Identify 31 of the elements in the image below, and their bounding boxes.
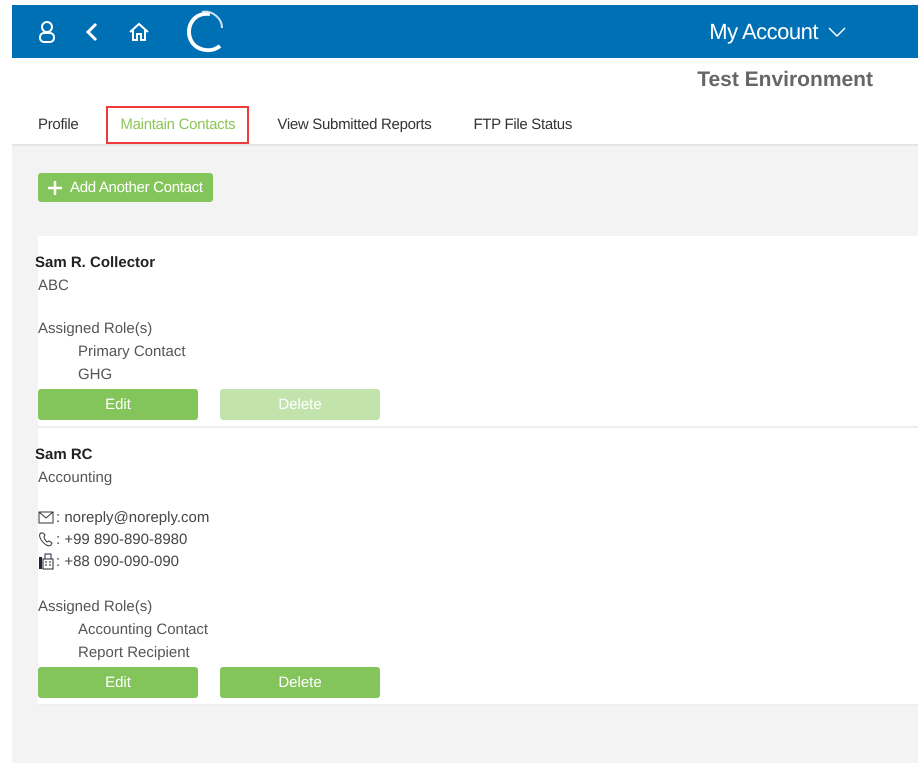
contact-name: Sam RC bbox=[35, 446, 94, 463]
roles-label: Assigned Role(s) bbox=[38, 598, 154, 615]
contact-detail: : +99 890-890-8980 bbox=[56, 530, 188, 548]
fax-icon bbox=[38, 552, 54, 570]
roles-label: Assigned Role(s) bbox=[38, 320, 154, 337]
plus-icon bbox=[48, 180, 62, 194]
contact-detail: : noreply@noreply.com bbox=[56, 508, 210, 526]
tab[interactable]: FTP File Status bbox=[459, 106, 586, 144]
tab[interactable]: Maintain Contacts bbox=[106, 106, 250, 144]
back-icon[interactable] bbox=[86, 22, 98, 42]
contact-organization: Accounting bbox=[38, 469, 114, 486]
home-icon[interactable] bbox=[128, 22, 150, 42]
role-name: Report Recipient bbox=[78, 644, 191, 661]
envelope-icon bbox=[38, 510, 54, 524]
tab[interactable]: View Submitted Reports bbox=[263, 106, 446, 144]
role-name: GHG bbox=[78, 366, 114, 383]
chevron-down-icon bbox=[828, 26, 846, 36]
delete-button[interactable]: Delete bbox=[220, 667, 380, 698]
add-contact-button[interactable]: Add Another Contact bbox=[38, 173, 213, 202]
role-name: Accounting Contact bbox=[78, 621, 210, 638]
contact-detail: : +88 090-090-090 bbox=[56, 552, 180, 570]
tab[interactable]: Profile bbox=[24, 106, 92, 144]
contact-name: Sam R. Collector bbox=[35, 254, 156, 271]
contact-organization: ABC bbox=[38, 277, 70, 294]
account-menu[interactable]: My Account bbox=[709, 18, 846, 44]
phone-icon bbox=[38, 532, 54, 546]
role-name: Primary Contact bbox=[78, 343, 187, 360]
environment-title: Test Environment bbox=[697, 68, 873, 92]
edit-button[interactable]: Edit bbox=[38, 667, 198, 698]
edit-button[interactable]: Edit bbox=[38, 389, 198, 420]
user-icon[interactable] bbox=[38, 20, 56, 42]
